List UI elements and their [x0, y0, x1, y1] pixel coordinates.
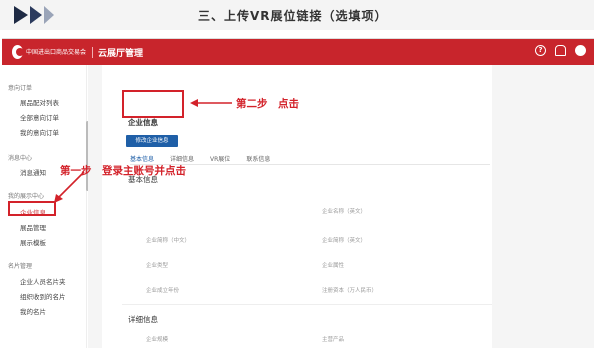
step2-annotation: 第二步 点击 [236, 98, 299, 110]
arrow-to-edit-button-icon [190, 99, 232, 107]
step1-annotation: 第一步 登录主账号并点击 [60, 165, 186, 177]
